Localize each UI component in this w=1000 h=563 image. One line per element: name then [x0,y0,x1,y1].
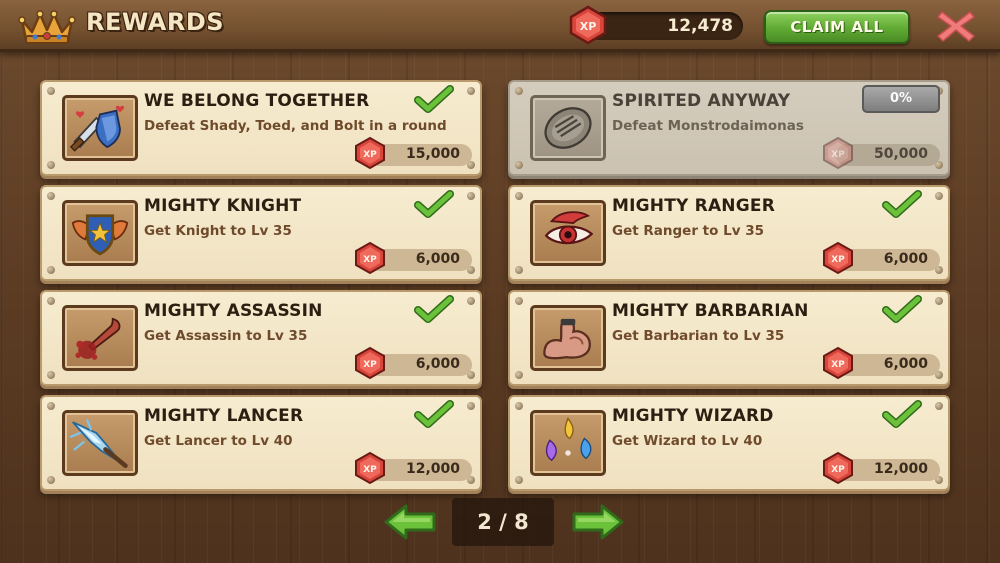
checkmark-icon [414,190,454,218]
xp-reward: XP 6,000 [355,241,472,275]
xp-gem-icon: XP [355,451,385,485]
xp-amount: 6,000 [883,356,928,372]
svg-text:XP: XP [363,255,377,265]
reward-description: Get Lancer to Lv 40 [144,433,293,449]
page-title: REWARDS [86,8,225,36]
reward-card-mighty-assassin[interactable]: MIGHTY ASSASSIN Get Assassin to Lv 35 XP… [40,290,482,386]
winged-shield-icon [71,214,129,256]
xp-amount: 6,000 [415,356,460,372]
prev-page-arrow-icon[interactable] [382,502,438,542]
xp-reward: XP 12,000 [355,451,472,485]
xp-total-display: XP 12,478 [569,5,743,45]
reward-description: Get Assassin to Lv 35 [144,328,308,344]
sword-shield-hearts-icon [69,105,125,152]
progress-badge: 0% [862,85,940,113]
xp-gem-icon: XP [569,5,607,45]
next-page-arrow-icon[interactable] [570,502,626,542]
svg-text:XP: XP [363,150,377,160]
reward-title: MIGHTY BARBARIAN [612,301,809,321]
reward-description: Defeat Monstrodaimonas [612,118,804,134]
svg-text:XP: XP [831,360,845,370]
reward-card-mighty-ranger[interactable]: MIGHTY RANGER Get Ranger to Lv 35 XP 6,0… [508,185,950,281]
reward-card-mighty-wizard[interactable]: MIGHTY WIZARD Get Wizard to Lv 40 XP 12,… [508,395,950,491]
reward-title: MIGHTY RANGER [612,196,775,216]
reward-description: Defeat Shady, Toed, and Bolt in a round [144,118,447,134]
reward-title: SPIRITED ANYWAY [612,91,791,111]
checkmark-icon [414,400,454,428]
xp-gem-icon: XP [355,241,385,275]
xp-gem-icon: XP [823,241,853,275]
xp-reward: XP 50,000 [823,136,940,170]
reward-card-mighty-knight[interactable]: MIGHTY KNIGHT Get Knight to Lv 35 XP 6,0… [40,185,482,281]
xp-total-value: 12,478 [667,16,733,36]
xp-gem-icon: XP [355,346,385,380]
checkmark-icon [882,400,922,428]
reward-description: Get Wizard to Lv 40 [612,433,763,449]
xp-gem-icon: XP [823,136,853,170]
reward-title: WE BELONG TOGETHER [144,91,370,111]
xp-amount: 6,000 [883,251,928,267]
svg-text:XP: XP [363,360,377,370]
page-indicator: 2 / 8 [452,498,554,546]
checkmark-icon [414,295,454,323]
checkmark-icon [882,190,922,218]
svg-text:XP: XP [363,465,377,475]
reward-card-mighty-barbarian[interactable]: MIGHTY BARBARIAN Get Barbarian to Lv 35 … [508,290,950,386]
svg-text:XP: XP [831,255,845,265]
xp-reward: XP 6,000 [355,346,472,380]
flexed-arm-icon [543,318,591,360]
reward-card-spirited-anyway[interactable]: SPIRITED ANYWAY Defeat Monstrodaimonas 0… [508,80,950,176]
xp-amount: 12,000 [873,461,928,477]
claim-all-button[interactable]: CLAIM ALL [764,10,910,44]
eagle-eye-icon [544,211,594,245]
svg-text:XP: XP [831,150,845,160]
xp-gem-icon: XP [823,346,853,380]
reward-title: MIGHTY LANCER [144,406,304,426]
xp-gem-icon: XP [355,136,385,170]
xp-amount: 6,000 [415,251,460,267]
bloody-dagger-icon [75,317,121,360]
xp-reward: XP 15,000 [355,136,472,170]
xp-gem-icon: XP [823,451,853,485]
spirit-shell-icon [544,107,592,149]
magic-flames-icon [545,417,592,462]
svg-text:XP: XP [831,465,845,475]
reward-description: Get Knight to Lv 35 [144,223,292,239]
reward-card-we-belong-together[interactable]: WE BELONG TOGETHER Defeat Shady, Toed, a… [40,80,482,176]
xp-amount: 15,000 [405,146,460,162]
xp-amount: 12,000 [405,461,460,477]
xp-reward: XP 6,000 [823,241,940,275]
checkmark-icon [882,295,922,323]
crown-icon [18,10,76,44]
reward-card-mighty-lancer[interactable]: MIGHTY LANCER Get Lancer to Lv 40 XP 12,… [40,395,482,491]
lance-tip-icon [69,419,128,468]
reward-description: Get Ranger to Lv 35 [612,223,765,239]
xp-amount: 50,000 [873,146,928,162]
reward-title: MIGHTY ASSASSIN [144,301,323,321]
top-bar: REWARDS XP 12,478 CLAIM ALL [0,0,1000,52]
xp-reward: XP 6,000 [823,346,940,380]
xp-reward: XP 12,000 [823,451,940,485]
close-icon[interactable] [936,8,976,44]
checkmark-icon [414,85,454,113]
reward-description: Get Barbarian to Lv 35 [612,328,785,344]
xp-gem-label: XP [580,20,597,33]
reward-title: MIGHTY WIZARD [612,406,774,426]
reward-title: MIGHTY KNIGHT [144,196,302,216]
